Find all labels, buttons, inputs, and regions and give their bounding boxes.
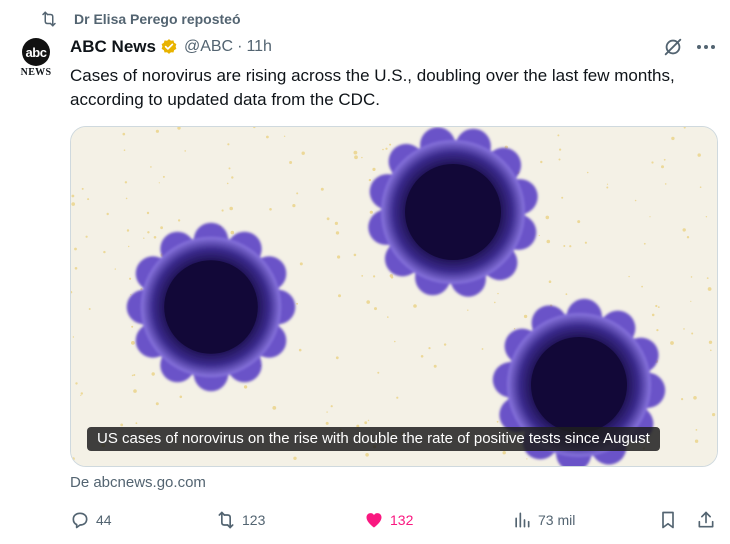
verified-badge-icon xyxy=(161,39,177,54)
post-time[interactable]: 11h xyxy=(246,38,272,56)
reply-count: 44 xyxy=(96,512,112,528)
repost-label[interactable]: Dr Elisa Perego reposteó xyxy=(74,11,241,27)
author-handle[interactable]: @ABC xyxy=(184,38,233,56)
like-button[interactable]: 132 xyxy=(364,506,413,534)
bookmark-button[interactable] xyxy=(658,506,678,534)
reply-icon xyxy=(72,512,88,529)
like-count: 132 xyxy=(390,512,414,528)
repost-count: 123 xyxy=(242,512,266,528)
views-button[interactable]: 73 mil xyxy=(512,506,575,534)
heart-icon xyxy=(366,513,382,528)
author-name[interactable]: ABC News xyxy=(70,37,156,57)
bookmark-icon xyxy=(662,511,674,529)
more-options-icon[interactable] xyxy=(694,36,718,58)
share-button[interactable] xyxy=(696,506,716,534)
tweet-header: ABC News @ABC · 11h xyxy=(70,36,272,58)
link-card-image[interactable]: US cases of norovirus on the rise with d… xyxy=(70,126,718,467)
views-count: 73 mil xyxy=(538,512,576,528)
reply-button[interactable]: 44 xyxy=(70,506,112,534)
header-separator: · xyxy=(237,38,243,55)
repost-icon xyxy=(42,11,56,27)
image-caption: US cases of norovirus on the rise with d… xyxy=(87,427,660,451)
action-bar: 44 123 132 73 mil xyxy=(70,506,720,534)
views-chart-icon xyxy=(515,512,530,528)
tweet-text: Cases of norovirus are rising across the… xyxy=(70,66,675,109)
repost-icon xyxy=(218,511,234,529)
repost-indicator[interactable]: Dr Elisa Perego reposteó xyxy=(40,8,241,30)
grok-icon[interactable] xyxy=(662,36,684,58)
avatar-news-label: NEWS xyxy=(20,67,52,78)
virus-particle-top xyxy=(368,127,538,297)
repost-button[interactable]: 123 xyxy=(216,506,265,534)
avatar[interactable]: abc NEWS xyxy=(16,38,56,80)
share-icon xyxy=(698,511,714,528)
link-source[interactable]: De abcnews.go.com xyxy=(70,474,206,491)
abc-logo: abc xyxy=(22,38,50,66)
norovirus-image xyxy=(71,127,717,466)
